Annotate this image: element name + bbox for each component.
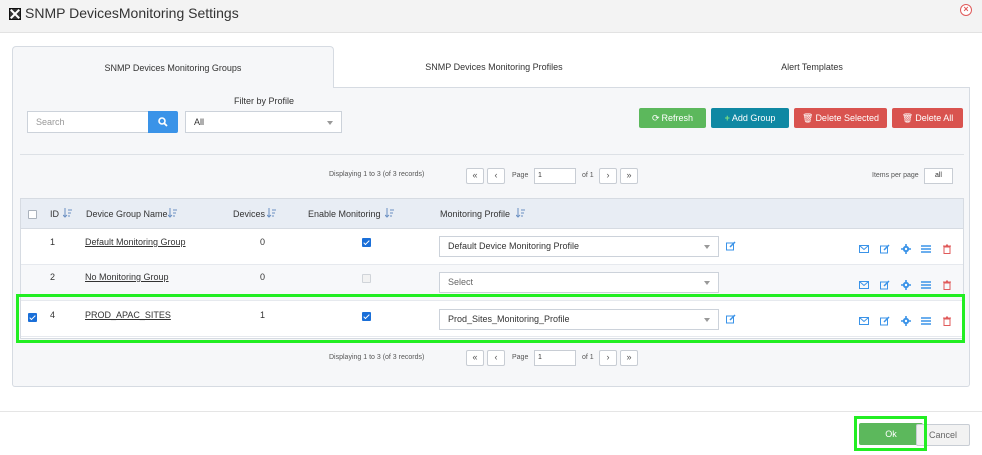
group-name-link[interactable]: Default Monitoring Group [85, 237, 186, 247]
records-info: Displaying 1 to 3 (of 3 records) [329, 171, 425, 178]
search-input[interactable] [27, 111, 149, 133]
column-header-devices[interactable]: Devices [233, 209, 265, 219]
page-label: Page [512, 354, 529, 361]
tab-label: SNMP Devices Monitoring Profiles [425, 62, 563, 72]
delete-selected-button[interactable]: 🗑 Delete Selected [794, 108, 887, 128]
column-header-name[interactable]: Device Group Name [86, 209, 168, 219]
chevron-down-icon [327, 121, 333, 125]
panel-divider [333, 87, 970, 88]
tab-label: SNMP Devices Monitoring Groups [104, 63, 242, 73]
tab-monitoring-groups[interactable]: SNMP Devices Monitoring Groups [12, 46, 334, 88]
filter-profile-select[interactable]: All [185, 111, 342, 133]
items-per-page-label: Items per page [872, 172, 919, 179]
email-icon[interactable] [859, 280, 869, 290]
next-page-button[interactable]: › [599, 168, 617, 184]
sort-icon[interactable] [63, 207, 73, 219]
search-icon [158, 117, 168, 127]
divider [20, 154, 964, 155]
trash-icon[interactable] [942, 280, 952, 290]
monitoring-profile-select[interactable]: Select [439, 272, 719, 293]
prev-page-button[interactable]: ‹ [487, 350, 505, 366]
chevron-down-icon [704, 245, 710, 249]
page-of-label: of 1 [582, 354, 594, 361]
sort-icon[interactable] [267, 207, 277, 219]
edit-icon[interactable] [880, 280, 890, 290]
records-info: Displaying 1 to 3 (of 3 records) [329, 354, 425, 361]
delete-all-button[interactable]: 🗑 Delete All [892, 108, 963, 128]
plus-icon: + [724, 113, 730, 123]
window-title: SNMP DevicesMonitoring Settings [25, 5, 239, 21]
title-bar: SNMP DevicesMonitoring Settings × [0, 0, 982, 33]
column-header-enable-monitoring[interactable]: Enable Monitoring [308, 209, 381, 219]
ok-button-highlight [854, 416, 927, 451]
trash-icon[interactable] [942, 244, 952, 254]
footer-divider [0, 411, 982, 412]
devices-count: 0 [260, 272, 266, 282]
devices-count: 0 [260, 237, 266, 247]
page-label: Page [512, 172, 529, 179]
trash-icon: 🗑 [802, 113, 814, 123]
prev-page-button[interactable]: ‹ [487, 168, 505, 184]
filter-value: All [194, 117, 205, 127]
page-input[interactable]: 1 [534, 350, 576, 366]
gear-icon[interactable] [901, 280, 911, 290]
tab-label: Alert Templates [781, 62, 843, 72]
page-of-label: of 1 [582, 172, 594, 179]
group-name-link[interactable]: No Monitoring Group [85, 272, 169, 282]
refresh-button[interactable]: ⟳ Refresh [639, 108, 706, 128]
monitoring-profile-select[interactable]: Default Device Monitoring Profile [439, 236, 719, 257]
next-page-button[interactable]: › [599, 350, 617, 366]
filter-label: Filter by Profile [234, 96, 295, 106]
list-icon[interactable] [921, 244, 931, 254]
enable-monitoring-checkbox[interactable] [362, 274, 371, 283]
edit-profile-icon[interactable] [726, 241, 736, 251]
add-group-button[interactable]: + Add Group [711, 108, 789, 128]
sort-icon[interactable] [516, 207, 526, 219]
email-icon[interactable] [859, 244, 869, 254]
close-button[interactable]: × [960, 4, 972, 16]
last-page-button[interactable]: » [620, 350, 638, 366]
search-button[interactable] [148, 111, 178, 133]
row-id: 1 [50, 237, 56, 247]
trash-icon: 🗑 [901, 113, 914, 123]
column-header-monitoring-profile[interactable]: Monitoring Profile [440, 209, 510, 219]
sort-icon[interactable] [168, 207, 178, 219]
items-per-page-select[interactable]: all [924, 168, 953, 184]
tab-bar: SNMP Devices Monitoring Groups SNMP Devi… [12, 46, 970, 88]
gear-icon[interactable] [901, 244, 911, 254]
list-icon[interactable] [921, 280, 931, 290]
page-input[interactable]: 1 [534, 168, 576, 184]
app-icon [9, 8, 21, 20]
tab-monitoring-profiles[interactable]: SNMP Devices Monitoring Profiles [334, 46, 654, 88]
refresh-icon: ⟳ [651, 113, 660, 123]
selected-row-highlight [16, 294, 965, 343]
tab-alert-templates[interactable]: Alert Templates [654, 46, 970, 88]
row-id: 2 [50, 272, 56, 282]
table-row[interactable]: 1 Default Monitoring Group 0 Default Dev… [21, 229, 963, 265]
chevron-down-icon [704, 281, 710, 285]
select-all-checkbox[interactable] [28, 210, 37, 219]
enable-monitoring-checkbox[interactable] [362, 238, 371, 247]
last-page-button[interactable]: » [620, 168, 638, 184]
first-page-button[interactable]: « [466, 168, 484, 184]
edit-icon[interactable] [880, 244, 890, 254]
sort-icon[interactable] [385, 207, 395, 219]
column-header-id[interactable]: ID [50, 209, 59, 219]
first-page-button[interactable]: « [466, 350, 484, 366]
table-header: ID Device Group Name Devices Enable Moni… [21, 199, 963, 229]
